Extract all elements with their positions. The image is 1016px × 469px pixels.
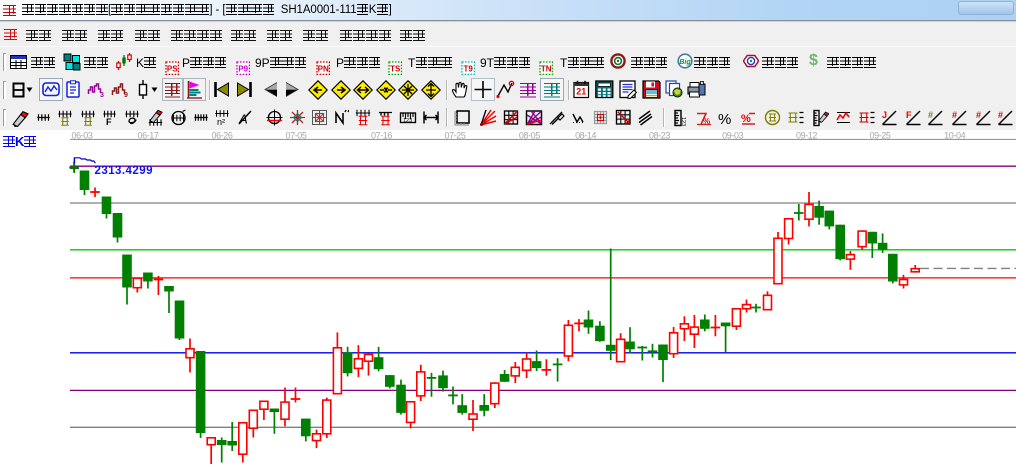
svg-text:06-26: 06-26 bbox=[211, 130, 232, 140]
svg-text:06-03: 06-03 bbox=[71, 130, 92, 140]
svg-text:08-05: 08-05 bbox=[519, 130, 540, 140]
svg-text:06-17: 06-17 bbox=[137, 130, 158, 140]
svg-text:08-23: 08-23 bbox=[649, 130, 670, 140]
svg-text:07-16: 07-16 bbox=[371, 130, 392, 140]
svg-text:07-25: 07-25 bbox=[444, 130, 465, 140]
svg-text:09-03: 09-03 bbox=[722, 130, 743, 140]
svg-text:2313.4299: 2313.4299 bbox=[95, 165, 153, 177]
svg-text:10-04: 10-04 bbox=[944, 130, 965, 140]
svg-text:08-14: 08-14 bbox=[575, 130, 596, 140]
svg-text:09-12: 09-12 bbox=[796, 130, 817, 140]
svg-text:09-25: 09-25 bbox=[869, 130, 890, 140]
svg-text:07-05: 07-05 bbox=[285, 130, 306, 140]
